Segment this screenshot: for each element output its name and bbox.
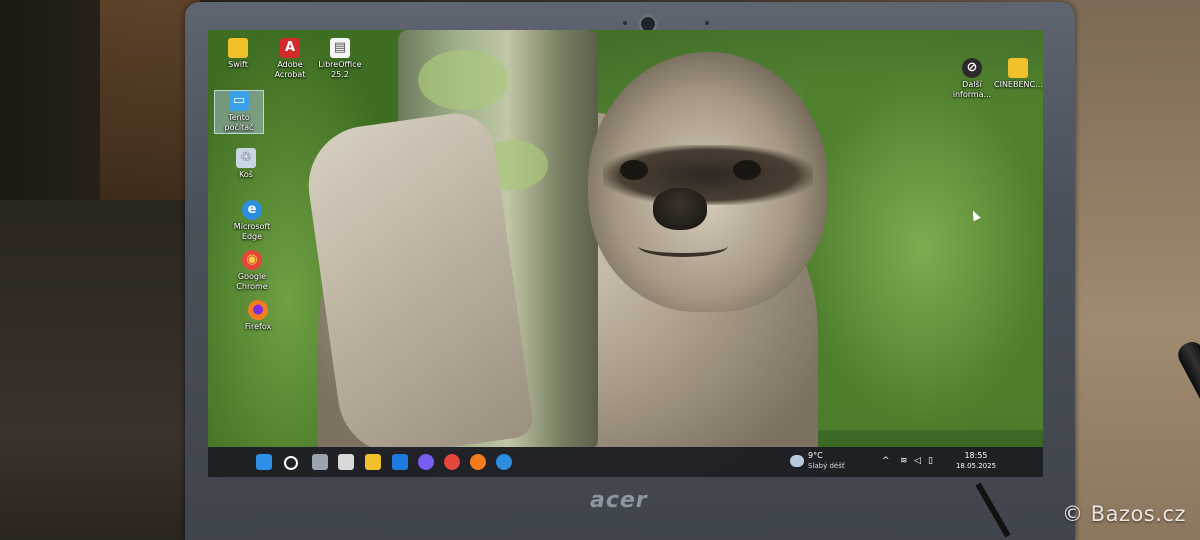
chrome-icon: ◉ <box>242 250 262 270</box>
store-icon[interactable] <box>338 454 354 470</box>
wifi-icon[interactable]: ≋ <box>900 456 908 466</box>
battery-icon[interactable]: ▯ <box>928 456 933 466</box>
computer-icon: ▭ <box>229 91 249 111</box>
folder-icon: ▬ <box>1008 58 1028 78</box>
photo-scene: acer ▬ Swift A Adobe Acrobat ▤ LibreOffi… <box>0 0 1200 540</box>
desktop-icon-google-chrome[interactable]: ◉ Google Chrome <box>228 250 276 292</box>
edge-icon[interactable] <box>496 454 512 470</box>
desktop-icon-firefox[interactable]: ● Firefox <box>234 300 282 332</box>
firefox-icon: ● <box>248 300 268 320</box>
desktop-icon-more-info[interactable]: ⊘ Další informa... <box>948 58 996 100</box>
copilot-icon[interactable] <box>418 454 434 470</box>
laptop-brand-logo: acer <box>590 488 648 513</box>
watermark: © Bazos.cz <box>1061 502 1186 526</box>
floor-left <box>0 200 210 540</box>
mic-dot <box>623 21 627 25</box>
weather-temp[interactable]: 9°C <box>808 451 823 461</box>
sloth-nose <box>653 188 707 230</box>
mic-dot <box>705 21 709 25</box>
search-icon[interactable] <box>284 456 298 470</box>
firefox-icon[interactable] <box>470 454 486 470</box>
desktop-icon-this-pc[interactable]: ▭ Tento počítač <box>214 90 264 134</box>
desktop-icon-microsoft-edge[interactable]: e Microsoft Edge <box>228 200 276 242</box>
desktop-icon-recycle-bin[interactable]: ♲ Koš <box>222 148 270 180</box>
sloth-mouth <box>638 235 728 257</box>
task-view-icon[interactable] <box>312 454 328 470</box>
sloth-eye <box>620 160 648 180</box>
file-explorer-icon[interactable] <box>365 454 381 470</box>
desktop-icon-cinebench[interactable]: ▬ CINEBENC... <box>994 58 1043 90</box>
floor-right <box>1060 0 1200 540</box>
desktop-icon-adobe-acrobat[interactable]: A Adobe Acrobat <box>266 38 314 80</box>
start-button[interactable] <box>256 454 272 470</box>
weather-description[interactable]: Slabý déšť <box>808 461 845 471</box>
chrome-icon[interactable] <box>444 454 460 470</box>
volume-icon[interactable]: ◁ <box>914 456 921 466</box>
desktop-icon-swift[interactable]: ▬ Swift <box>214 38 262 70</box>
folder-icon: ▬ <box>228 38 248 58</box>
chevron-up-icon[interactable]: ^ <box>882 456 890 466</box>
clock-date[interactable]: 18.05.2025 <box>950 461 1002 471</box>
info-app-icon: ⊘ <box>962 58 982 78</box>
document-icon: ▤ <box>330 38 350 58</box>
outlook-icon[interactable] <box>392 454 408 470</box>
weather-icon <box>790 455 804 467</box>
sloth-eye <box>733 160 761 180</box>
desktop-screen: ▬ Swift A Adobe Acrobat ▤ LibreOffice 25… <box>208 30 1043 477</box>
clock-time[interactable]: 18:55 <box>956 451 996 461</box>
acrobat-icon: A <box>280 38 300 58</box>
taskbar: 9°C Slabý déšť ^ ≋ ◁ ▯ 18:55 18.05.2025 <box>208 447 1043 477</box>
recycle-bin-icon: ♲ <box>236 148 256 168</box>
desktop-icon-libreoffice[interactable]: ▤ LibreOffice 25.2 <box>316 38 364 80</box>
edge-icon: e <box>242 200 262 220</box>
